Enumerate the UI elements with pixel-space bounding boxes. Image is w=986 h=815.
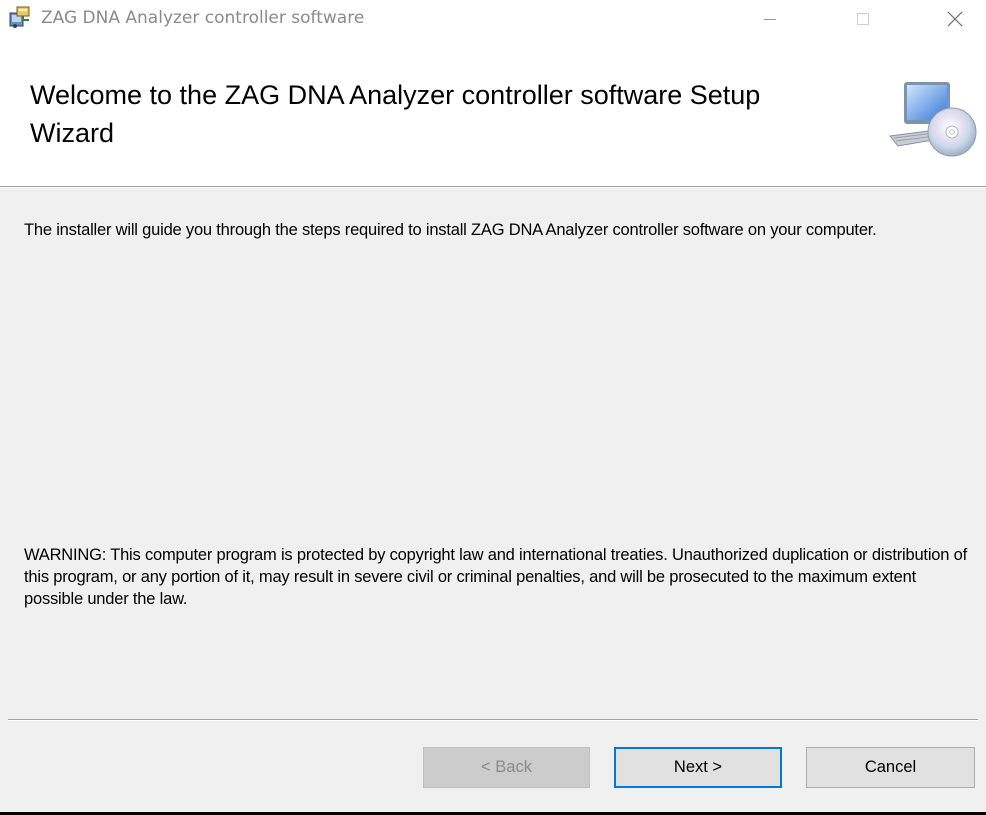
maximize-button[interactable]: [832, 0, 894, 38]
footer-divider-highlight: [8, 720, 978, 721]
minimize-icon: [764, 19, 776, 20]
next-button[interactable]: Next >: [614, 747, 782, 788]
wizard-header: Welcome to the ZAG DNA Analyzer controll…: [0, 38, 986, 187]
page-title: Welcome to the ZAG DNA Analyzer controll…: [30, 80, 761, 148]
cancel-button[interactable]: Cancel: [806, 747, 975, 788]
minimize-button[interactable]: [739, 0, 801, 38]
back-button[interactable]: < Back: [423, 747, 590, 788]
window-title: ZAG DNA Analyzer controller software: [41, 8, 365, 28]
computer-cd-icon: [886, 80, 978, 160]
title-bar[interactable]: ZAG DNA Analyzer controller software: [0, 0, 986, 38]
maximize-icon: [857, 13, 869, 25]
setup-wizard-window: ZAG DNA Analyzer controller software Wel…: [0, 0, 986, 812]
installer-icon[interactable]: [8, 5, 32, 29]
close-icon: [947, 11, 963, 27]
close-button[interactable]: [924, 0, 986, 38]
intro-text: The installer will guide you through the…: [24, 221, 877, 239]
header-divider: [0, 187, 986, 188]
copyright-warning-text: WARNING: This computer program is protec…: [24, 546, 967, 608]
